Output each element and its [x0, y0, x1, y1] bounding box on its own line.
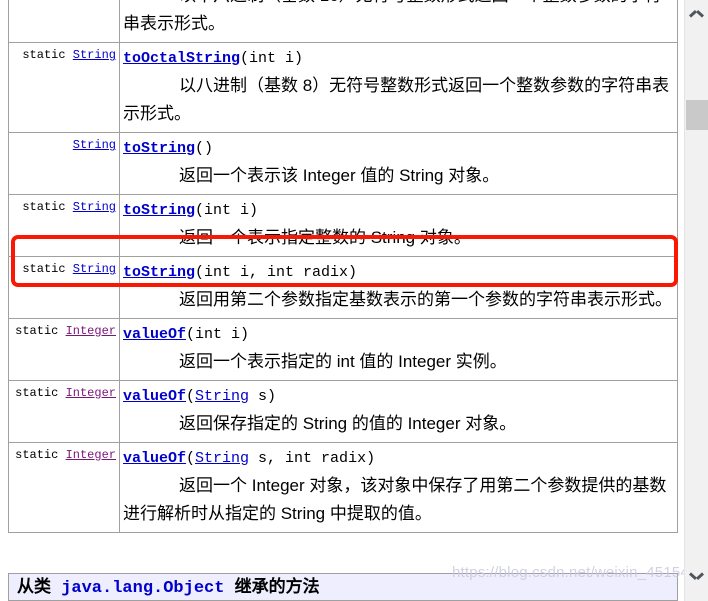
table-row-highlighted[interactable]: static String toString(int i) 返回一个表示指定整数…: [8, 194, 678, 257]
method-params: (): [195, 140, 214, 157]
method-params: (int i): [186, 326, 250, 343]
return-type-link[interactable]: String: [73, 200, 116, 214]
param-type-link[interactable]: String: [195, 388, 249, 405]
method-description: 返回一个 Integer 对象，该对象中保存了用第二个参数提供的基数进行解析时从…: [123, 476, 667, 523]
scroll-down-button[interactable]: [685, 563, 708, 585]
inherited-class-link[interactable]: java.lang.Object: [61, 579, 224, 598]
modifier-text: static: [15, 448, 66, 462]
method-name-link[interactable]: valueOf: [123, 450, 186, 467]
method-name-link[interactable]: toOctalString: [123, 50, 240, 67]
method-description: 返回一个表示指定整数的 String 对象。: [179, 228, 471, 247]
method-signature: valueOf(int i): [123, 326, 249, 343]
inherited-methods-title: 从类 java.lang.Object 继承的方法: [9, 574, 677, 600]
return-type-link[interactable]: Integer: [66, 324, 116, 338]
row-description-cell: toString(int i) 返回一个表示指定整数的 String 对象。: [119, 194, 678, 257]
return-type-link[interactable]: String: [73, 262, 116, 276]
modifier-text: static: [22, 48, 73, 62]
chevron-down-icon: [690, 570, 703, 578]
row-description-cell: toString(int i, int radix) 返回用第二个参数指定基数表…: [119, 256, 678, 319]
row-description-cell: valueOf(String s) 返回保存指定的 String 的值的 Int…: [119, 380, 678, 443]
return-type-link[interactable]: String: [73, 48, 116, 62]
row-description-cell: toString() 返回一个表示该 Integer 值的 String 对象。: [119, 132, 678, 195]
scrollbar-track-below[interactable]: [685, 130, 708, 563]
scrollbar-track-above[interactable]: [685, 28, 708, 100]
method-description: 返回一个表示该 Integer 值的 String 对象。: [179, 166, 500, 185]
modifier-text: static: [22, 262, 73, 276]
table-row[interactable]: static Integer valueOf(String s, int rad…: [8, 442, 678, 533]
table-row[interactable]: static String toString(int i, int radix)…: [8, 256, 678, 319]
method-name-link[interactable]: toString: [123, 140, 195, 157]
table-row[interactable]: static Integer valueOf(String s) 返回保存指定的…: [8, 380, 678, 443]
row-description-cell: valueOf(String s, int radix) 返回一个 Intege…: [119, 442, 678, 533]
return-type-link[interactable]: String: [73, 138, 116, 152]
method-signature: toString(int i, int radix): [123, 264, 357, 281]
return-type-link[interactable]: Integer: [66, 386, 116, 400]
method-description: 以八进制（基数 8）无符号整数形式返回一个整数参数的字符串表示形式。: [123, 76, 670, 123]
modifier-text: static: [15, 324, 66, 338]
table-row[interactable]: String toString() 返回一个表示该 Integer 值的 Str…: [8, 132, 678, 195]
method-name-link[interactable]: toString: [123, 264, 195, 281]
row-description-cell: toHexString(int i) 以十六进制（基数 16）无符号整数形式返回…: [119, 0, 678, 43]
method-description: 返回保存指定的 String 的值的 Integer 对象。: [179, 414, 517, 433]
method-params: (int i): [195, 202, 259, 219]
method-params: (int i, int radix): [195, 264, 358, 281]
method-signature: valueOf(String s): [123, 388, 277, 405]
vertical-scrollbar[interactable]: [684, 0, 708, 601]
method-params: (int i): [240, 50, 304, 67]
modifier-text: static: [15, 386, 66, 400]
method-signature: toString(): [123, 140, 213, 157]
return-type-link[interactable]: Integer: [66, 448, 116, 462]
method-description: 以十六进制（基数 16）无符号整数形式返回一个整数参数的字符串表示形式。: [123, 0, 662, 33]
inherited-prefix: 从类: [17, 579, 62, 598]
param-type-link[interactable]: String: [195, 450, 249, 467]
method-signature: toOctalString(int i): [123, 50, 303, 67]
scroll-up-button[interactable]: [685, 6, 708, 28]
javadoc-content-pane: 参数的字符串表示形式。 static String toHexString(in…: [0, 0, 684, 601]
chevron-up-icon: [690, 13, 703, 21]
row-description-cell: toOctalString(int i) 以八进制（基数 8）无符号整数形式返回…: [119, 42, 678, 133]
method-description: 返回一个表示指定的 int 值的 Integer 实例。: [179, 352, 507, 371]
method-signature: toString(int i): [123, 202, 258, 219]
method-summary-table: 参数的字符串表示形式。 static String toHexString(in…: [8, 0, 678, 533]
method-name-link[interactable]: valueOf: [123, 326, 186, 343]
method-signature: valueOf(String s, int radix): [123, 450, 376, 467]
table-row[interactable]: static Integer valueOf(int i) 返回一个表示指定的 …: [8, 318, 678, 381]
inherited-suffix: 继承的方法: [224, 579, 320, 598]
method-name-link[interactable]: valueOf: [123, 388, 186, 405]
inherited-methods-section: 从类 java.lang.Object 继承的方法: [8, 573, 678, 601]
table-row[interactable]: static String toHexString(int i) 以十六进制（基…: [8, 0, 678, 43]
method-summary-body: 参数的字符串表示形式。 static String toHexString(in…: [8, 0, 678, 533]
row-description-cell: valueOf(int i) 返回一个表示指定的 int 值的 Integer …: [119, 318, 678, 381]
method-params-tail: s, int radix): [249, 450, 376, 467]
document-viewport[interactable]: 参数的字符串表示形式。 static String toHexString(in…: [0, 0, 708, 601]
method-name-link[interactable]: toString: [123, 202, 195, 219]
modifier-text: static: [22, 200, 73, 214]
table-row[interactable]: static String toOctalString(int i) 以八进制（…: [8, 42, 678, 133]
method-params-tail: s): [249, 388, 277, 405]
scrollbar-thumb[interactable]: [686, 100, 708, 130]
method-description: 返回用第二个参数指定基数表示的第一个参数的字符串表示形式。: [179, 290, 672, 309]
